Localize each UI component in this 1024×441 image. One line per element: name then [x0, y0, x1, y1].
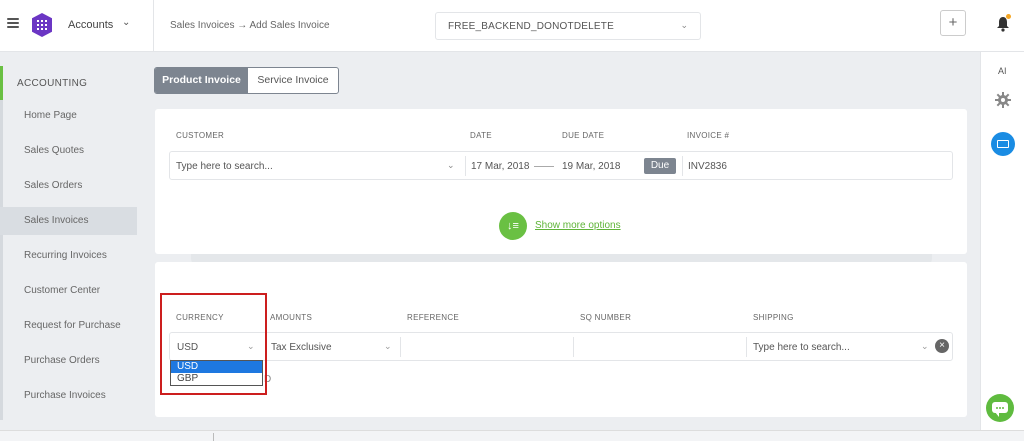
sidebar-item-purchase-invoices[interactable]: Purchase Invoices [0, 382, 137, 410]
ai-button[interactable]: AI [998, 66, 1007, 76]
date-label: DATE [470, 131, 492, 140]
show-more-options-link[interactable]: Show more options [535, 220, 621, 231]
chevron-down-icon[interactable]: ⌄ [122, 17, 130, 28]
breadcrumb: Sales Invoices → Add Sales Invoice [170, 20, 330, 31]
amounts-select[interactable]: Tax Exclusive [271, 342, 332, 353]
sidebar-item-purchase-orders[interactable]: Purchase Orders [0, 347, 137, 375]
sidebar-item-sales-orders[interactable]: Sales Orders [0, 172, 137, 200]
chevron-down-icon[interactable]: ⌄ [384, 341, 392, 352]
due-badge-button[interactable]: Due [644, 158, 676, 174]
shipping-search-input[interactable]: Type here to search... [753, 342, 850, 353]
sidebar-item-request-for-purchase[interactable]: Request for Purchase [0, 312, 137, 340]
company-select-value: FREE_BACKEND_DONOTDELETE [448, 21, 614, 32]
reference-label: REFERENCE [407, 313, 460, 322]
sidebar-section-accounting[interactable]: ACCOUNTING [0, 66, 154, 100]
field-divider [746, 337, 747, 357]
customer-fields-row: Type here to search... ⌄ 17 Mar, 2018 19… [169, 151, 953, 180]
field-divider [465, 156, 466, 176]
divider [213, 433, 214, 441]
hamburger-menu-icon[interactable] [7, 18, 19, 28]
date-range-dash [534, 166, 554, 167]
top-bar: Accounts ⌄ Sales Invoices → Add Sales In… [0, 0, 1024, 52]
customer-label: CUSTOMER [176, 131, 225, 140]
app-switcher[interactable]: Accounts ⌄ [0, 0, 154, 52]
chevron-down-icon[interactable]: ⌄ [921, 341, 929, 352]
due-date-label: DUE DATE [562, 131, 605, 140]
mail-icon[interactable] [991, 132, 1015, 156]
sq-number-label: SQ NUMBER [580, 313, 632, 322]
annotation-highlight-box [160, 293, 267, 395]
due-date-input[interactable]: 19 Mar, 2018 [562, 161, 620, 172]
chat-icon[interactable] [986, 394, 1014, 422]
amounts-label: AMOUNTS [270, 313, 313, 322]
app-logo-icon [32, 13, 52, 37]
show-more-options-icon[interactable]: ↓≡ [499, 212, 527, 240]
field-divider [400, 337, 401, 357]
company-select[interactable]: FREE_BACKEND_DONOTDELETE ⌄ [435, 12, 701, 40]
sidebar-item-sales-quotes[interactable]: Sales Quotes [0, 137, 137, 165]
shipping-label: SHIPPING [753, 313, 794, 322]
notification-dot [1006, 14, 1011, 19]
sidebar-item-home-page[interactable]: Home Page [0, 102, 137, 130]
bottom-bar [0, 430, 1024, 441]
customer-card: CUSTOMER DATE DUE DATE INVOICE # Type he… [155, 109, 967, 254]
right-rail: AI [980, 52, 1024, 441]
gear-icon[interactable] [995, 92, 1011, 108]
field-divider [682, 156, 683, 176]
sidebar-item-recurring-invoices[interactable]: Recurring Invoices [0, 242, 137, 270]
clear-icon[interactable]: × [935, 339, 949, 353]
date-input[interactable]: 17 Mar, 2018 [471, 161, 529, 172]
customer-search-input[interactable]: Type here to search... [176, 161, 273, 172]
chevron-down-icon[interactable]: ⌄ [447, 160, 455, 171]
invoice-number-input[interactable]: INV2836 [688, 161, 727, 172]
chevron-down-icon: ⌄ [680, 20, 688, 30]
add-new-button[interactable]: + [940, 10, 966, 36]
app-name[interactable]: Accounts [68, 19, 113, 31]
sidebar: ACCOUNTING Home Page Sales Quotes Sales … [0, 52, 154, 441]
currency-fields-row: USD ⌄ Tax Exclusive ⌄ Type here to searc… [169, 332, 953, 361]
tab-product-invoice[interactable]: Product Invoice [155, 68, 248, 93]
sidebar-section-label: ACCOUNTING [17, 78, 88, 89]
sidebar-item-customer-center[interactable]: Customer Center [0, 277, 137, 305]
sidebar-item-sales-invoices[interactable]: Sales Invoices [0, 207, 137, 235]
tab-service-invoice[interactable]: Service Invoice [248, 68, 338, 93]
currency-card: CURRENCY AMOUNTS REFERENCE SQ NUMBER SHI… [155, 262, 967, 417]
invoice-number-label: INVOICE # [687, 131, 730, 140]
invoice-type-tabs: Product Invoice Service Invoice [154, 67, 339, 94]
field-divider [573, 337, 574, 357]
